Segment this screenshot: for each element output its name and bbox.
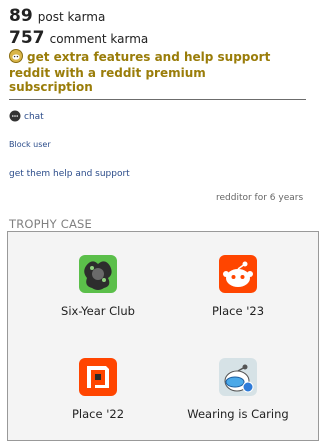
comment-karma-value: 757 (9, 28, 45, 48)
trophy-place-23[interactable]: Place '23 (173, 254, 303, 318)
trophy-name: Wearing is Caring (187, 407, 289, 421)
trophy-place-22[interactable]: Place '22 (33, 357, 163, 421)
trophy-name: Place '23 (211, 304, 265, 318)
help-support-link[interactable]: get them help and support (9, 169, 130, 179)
six-year-club-icon (78, 254, 118, 294)
trophy-wearing-is-caring[interactable]: Wearing is Caring (173, 357, 303, 421)
place-22-icon (78, 357, 118, 397)
comment-karma-label: comment karma (49, 32, 149, 46)
trophy-name: Place '22 (71, 407, 125, 421)
premium-promo[interactable]: get extra features and help support redd… (9, 49, 289, 94)
account-age: redditor for 6 years (216, 193, 304, 203)
comment-karma: 757 comment karma (9, 28, 148, 48)
trophy-six-year-club[interactable]: Six-Year Club (33, 254, 163, 318)
wearing-is-caring-icon (218, 357, 258, 397)
chat-link[interactable]: chat (9, 110, 44, 125)
trophy-case: Six-Year Club Place '23 Place '22 Wearin… (7, 231, 319, 441)
block-user-link[interactable]: Block user (9, 140, 51, 149)
trophy-name: Six-Year Club (61, 304, 135, 318)
post-karma-value: 89 (9, 6, 33, 26)
premium-coin-icon (9, 49, 23, 66)
chat-label: chat (24, 112, 44, 122)
place-23-icon (218, 254, 258, 294)
premium-promo-text: get extra features and help support redd… (9, 50, 271, 94)
chat-bubble-icon (9, 110, 21, 125)
section-divider (9, 99, 306, 100)
trophy-case-title: TROPHY CASE (9, 217, 92, 231)
post-karma-label: post karma (37, 10, 106, 24)
post-karma: 89 post karma (9, 6, 105, 26)
